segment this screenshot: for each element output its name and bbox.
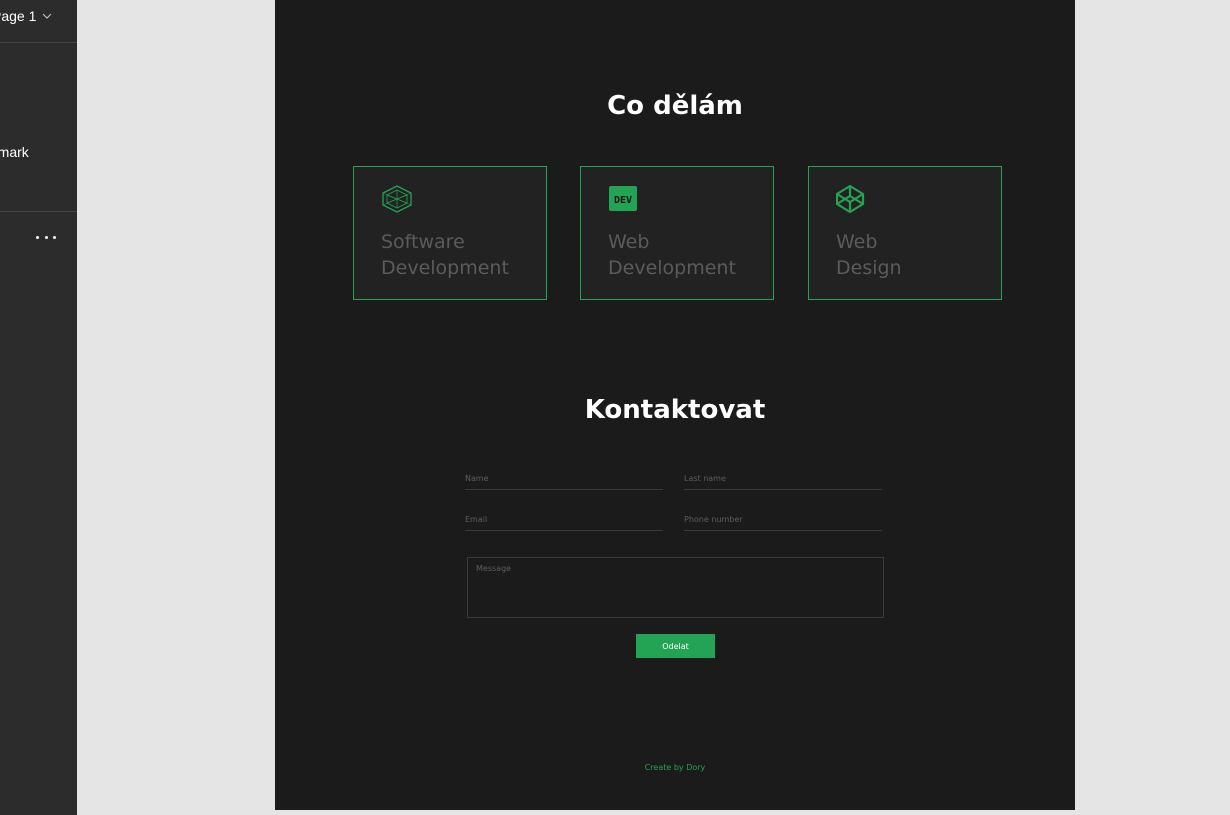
service-title-line: Web bbox=[608, 231, 650, 253]
more-dot bbox=[36, 235, 39, 239]
layer-item[interactable]: o mark bbox=[0, 144, 29, 160]
service-title-line: Development bbox=[381, 257, 509, 279]
services-heading: Co dělám bbox=[607, 91, 743, 121]
sidebar-divider bbox=[0, 42, 77, 43]
service-title-line: Software bbox=[381, 231, 465, 253]
chevron-down-icon bbox=[42, 13, 52, 19]
email-placeholder: Email bbox=[465, 515, 488, 524]
layers-panel: Page 1 or o mark bbox=[0, 0, 77, 815]
footer-credit: Create by Dory bbox=[644, 763, 706, 772]
submit-button[interactable]: Odelat bbox=[636, 634, 715, 658]
hexagon-grid-icon bbox=[382, 185, 412, 213]
phone-placeholder: Phone number bbox=[684, 515, 743, 524]
service-card-title: Web Development bbox=[608, 229, 736, 281]
more-options-button[interactable] bbox=[36, 229, 56, 245]
service-card-web-design[interactable]: Web Design bbox=[808, 166, 1002, 300]
more-dot bbox=[44, 235, 48, 239]
service-card-title: Web Design bbox=[836, 229, 902, 281]
phone-number-field[interactable]: Phone number bbox=[684, 511, 882, 531]
name-field[interactable]: Name bbox=[465, 470, 663, 490]
service-card-web-development[interactable]: DEV Web Development bbox=[580, 166, 774, 300]
email-field[interactable]: Email bbox=[465, 511, 663, 531]
name-placeholder: Name bbox=[465, 474, 489, 483]
dev-logo-text: DEV bbox=[614, 195, 632, 206]
last-name-placeholder: Last name bbox=[684, 474, 726, 483]
page-selector-label: Page 1 bbox=[0, 8, 37, 24]
service-title-line: Design bbox=[836, 257, 902, 279]
dev-logo-icon: DEV bbox=[609, 186, 637, 211]
design-frame: Co dělám Software Development DEV Web De… bbox=[275, 0, 1075, 810]
message-textarea[interactable]: Message bbox=[467, 557, 884, 618]
last-name-field[interactable]: Last name bbox=[684, 470, 882, 490]
service-title-line: Development bbox=[608, 257, 736, 279]
service-card-title: Software Development bbox=[381, 229, 509, 281]
service-title-line: Web bbox=[836, 231, 878, 253]
page-selector[interactable]: Page 1 bbox=[0, 8, 52, 24]
contact-heading: Kontaktovat bbox=[584, 395, 766, 425]
message-placeholder: Message bbox=[476, 564, 512, 573]
codepen-cube-icon bbox=[836, 185, 865, 213]
sidebar-divider bbox=[0, 211, 77, 212]
more-dot bbox=[53, 235, 56, 239]
service-card-software[interactable]: Software Development bbox=[353, 166, 547, 300]
